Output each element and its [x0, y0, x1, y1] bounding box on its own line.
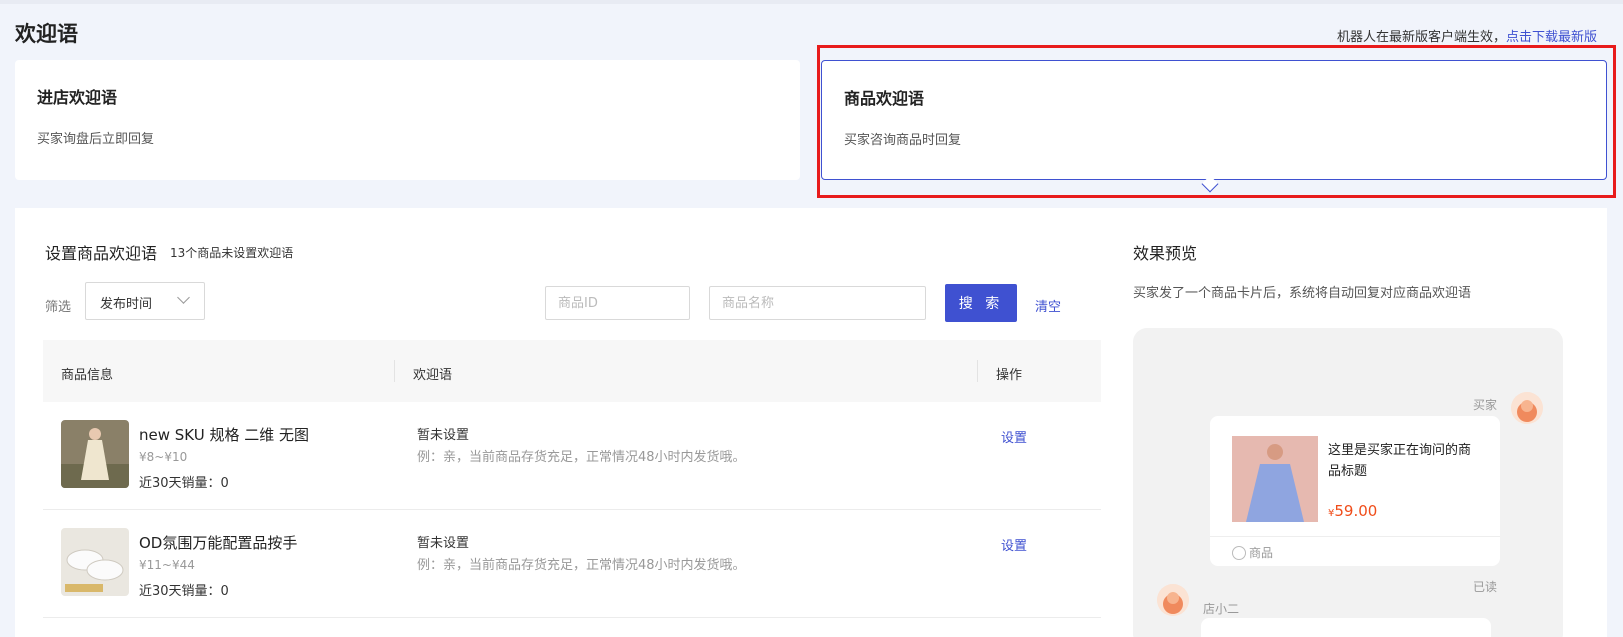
table-header: 商品信息 欢迎语 操作	[43, 340, 1101, 402]
section-title: 设置商品欢迎语	[45, 244, 158, 263]
welcome-status: 暂未设置	[417, 536, 470, 551]
product-id-input[interactable]	[545, 286, 690, 320]
welcome-status: 暂未设置	[417, 428, 470, 443]
set-welcome-button[interactable]: 设置	[1001, 427, 1027, 446]
table-row: OD氛围万能配置品按手 ¥11~¥44 近30天销量：0 暂未设置 例：亲，当前…	[43, 510, 1101, 618]
product-message-card: 这里是买家正在询问的商品标题 ¥59.00 商品	[1210, 416, 1500, 566]
product-welcome-panel: 设置商品欢迎语 13个商品未设置欢迎语 筛选 发布时间 搜 索 清空 商品信息 …	[15, 208, 1607, 637]
page-title: 欢迎语	[15, 22, 78, 46]
store-welcome-card[interactable]: 进店欢迎语 买家询盘后立即回复	[15, 60, 800, 180]
gift-icon	[1232, 546, 1246, 560]
chat-preview: 买家 这里是买家正在询问的商品标题 ¥59.00 商品 已读 店小二	[1133, 328, 1563, 637]
search-button[interactable]: 搜 索	[945, 284, 1017, 322]
card-title: 进店欢迎语	[37, 88, 118, 107]
card-divider	[1210, 536, 1500, 537]
table-row: new SKU 规格 二维 无图 ¥8~¥10 近30天销量：0 暂未设置 例：…	[43, 402, 1101, 510]
highlight-box	[817, 45, 1616, 198]
seller-avatar	[1157, 584, 1189, 616]
buyer-avatar	[1511, 392, 1543, 424]
message-product-price: ¥59.00	[1328, 502, 1377, 520]
download-link[interactable]: 点击下载最新版	[1506, 30, 1597, 45]
preview-desc: 买家发了一个商品卡片后，系统将自动回复对应商品欢迎语	[1133, 286, 1472, 301]
client-notice: 机器人在最新版客户端生效，点击下载最新版	[1337, 26, 1597, 45]
welcome-example: 例：亲，当前商品存货充足，正常情况48小时内发货哦。	[417, 450, 746, 465]
filter-label: 筛选	[45, 300, 72, 315]
reply-bubble	[1201, 618, 1491, 637]
select-value: 发布时间	[100, 297, 153, 312]
product-sales: 近30天销量：0	[139, 476, 229, 491]
product-name: OD氛围万能配置品按手	[139, 534, 298, 552]
price-value: 59.00	[1334, 502, 1378, 520]
product-thumbnail	[61, 420, 129, 488]
tag-label: 商品	[1249, 546, 1274, 560]
set-welcome-button[interactable]: 设置	[1001, 535, 1027, 554]
column-header-welcome: 欢迎语	[413, 368, 453, 383]
column-divider	[394, 360, 395, 382]
column-header-product: 商品信息	[61, 368, 114, 383]
card-desc: 买家询盘后立即回复	[37, 132, 155, 147]
welcome-example: 例：亲，当前商品存货充足，正常情况48小时内发货哦。	[417, 558, 746, 573]
message-tag: 商品	[1232, 544, 1273, 561]
product-name-input[interactable]	[709, 286, 926, 320]
product-name: new SKU 规格 二维 无图	[139, 426, 310, 444]
notice-text: 机器人在最新版客户端生效，	[1336, 30, 1506, 45]
buyer-label: 买家	[1473, 398, 1498, 412]
unset-count: 13个商品未设置欢迎语	[170, 246, 294, 260]
chevron-down-icon	[177, 291, 190, 304]
publish-time-select[interactable]: 发布时间	[85, 282, 205, 320]
message-product-title: 这里是买家正在询问的商品标题	[1328, 443, 1472, 479]
top-strip	[0, 0, 1623, 4]
column-header-action: 操作	[996, 368, 1023, 383]
seller-label: 店小二	[1203, 602, 1240, 616]
preview-title: 效果预览	[1133, 244, 1198, 263]
product-price: ¥8~¥10	[139, 450, 188, 464]
product-sales: 近30天销量：0	[139, 584, 229, 599]
message-product-image	[1232, 436, 1318, 522]
read-status: 已读	[1473, 580, 1498, 594]
product-price: ¥11~¥44	[139, 558, 195, 572]
clear-button[interactable]: 清空	[1035, 296, 1061, 315]
product-thumbnail	[61, 528, 129, 596]
column-divider	[977, 360, 978, 382]
